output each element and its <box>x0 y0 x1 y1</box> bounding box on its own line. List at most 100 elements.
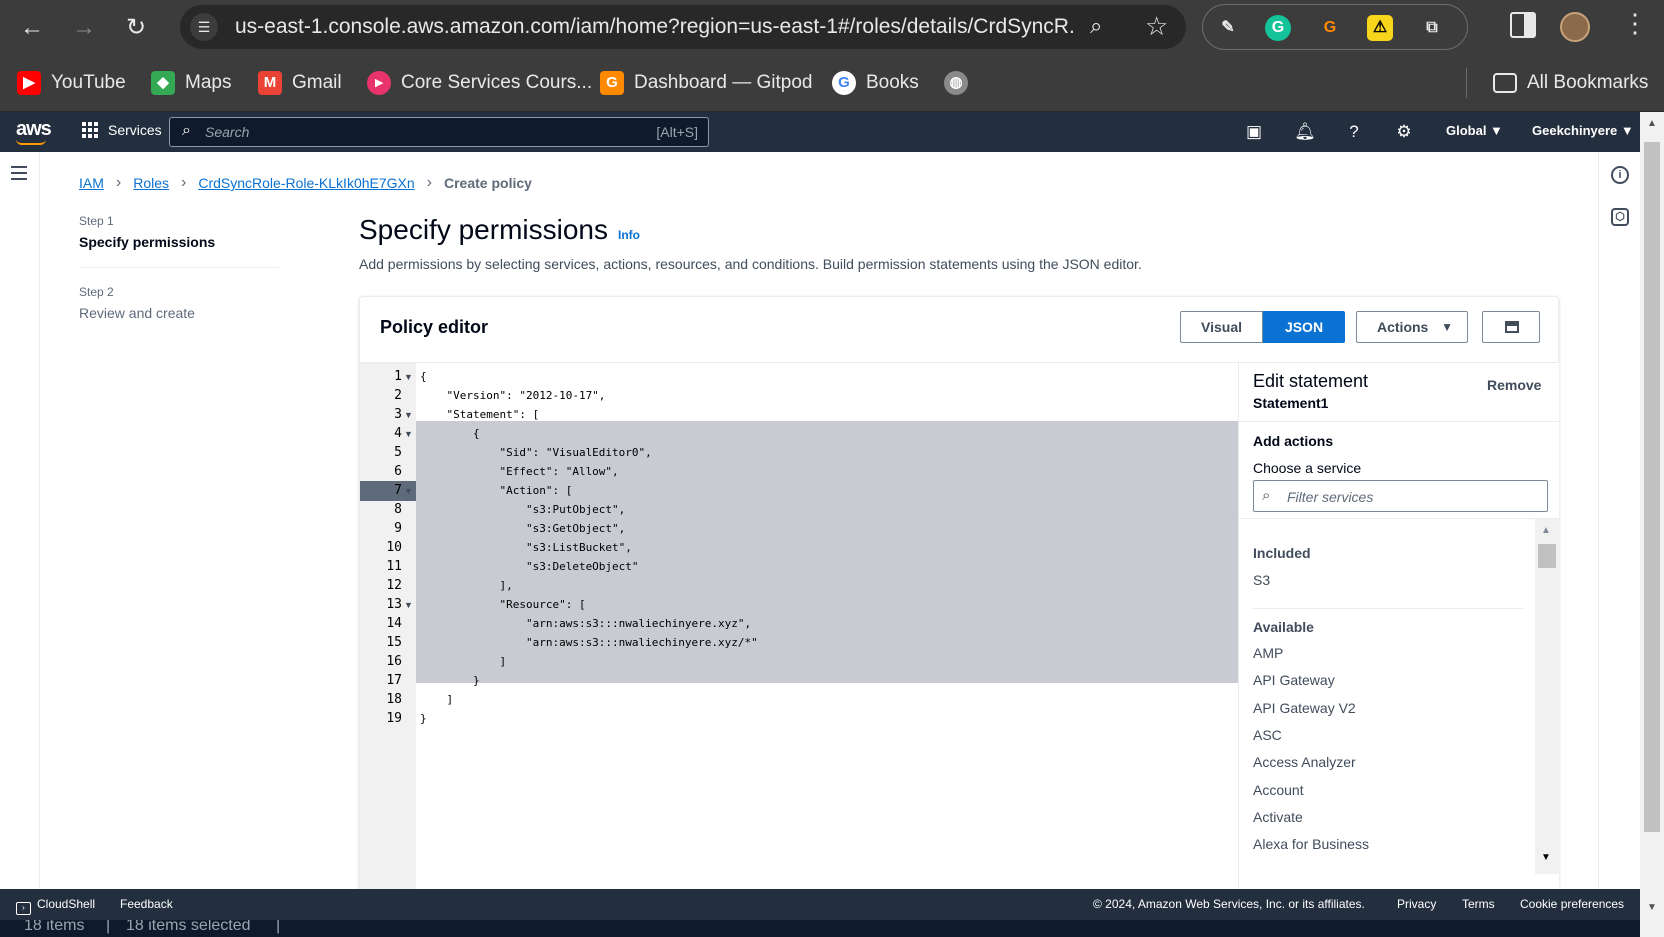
service-item[interactable]: Activate <box>1253 809 1303 825</box>
service-item-s3[interactable]: S3 <box>1253 572 1270 588</box>
code-line[interactable]: ] <box>416 652 1238 672</box>
url-text[interactable]: us-east-1.console.aws.amazon.com/iam/hom… <box>235 15 1075 39</box>
step-divider <box>79 267 279 268</box>
remove-statement-button[interactable]: Remove <box>1487 377 1541 393</box>
service-item[interactable]: Alexa for Business <box>1253 836 1369 852</box>
scroll-down-icon[interactable]: ▼ <box>1647 902 1657 913</box>
code-line[interactable]: ], <box>416 576 1238 596</box>
page-scrollbar[interactable]: ▲ ▼ <box>1640 112 1664 937</box>
fold-toggle-icon[interactable]: ▼ <box>404 405 414 425</box>
warning-extension-icon[interactable]: ⚠ <box>1367 15 1393 41</box>
code-line[interactable]: "s3:PutObject", <box>416 500 1238 520</box>
reload-icon[interactable]: ↻ <box>118 10 154 46</box>
bookmark-maps[interactable]: ◆ Maps <box>151 68 231 98</box>
scrollbar-thumb[interactable] <box>1644 142 1660 832</box>
code-line[interactable]: "Sid": "VisualEditor0", <box>416 443 1238 463</box>
bookmark-core-services[interactable]: ▸ Core Services Cours... <box>367 68 592 98</box>
service-list-scrollbar[interactable]: ▲ ▼ <box>1535 519 1559 874</box>
help-icon[interactable]: ? <box>1343 121 1365 143</box>
code-line[interactable]: "Resource": [ <box>416 595 1238 615</box>
scroll-up-icon[interactable]: ▲ <box>1647 118 1657 129</box>
visual-mode-button[interactable]: Visual <box>1180 311 1263 343</box>
info-circle-icon[interactable]: i <box>1611 166 1629 184</box>
code-line[interactable]: { <box>416 424 1238 444</box>
back-icon[interactable]: ← <box>14 10 50 46</box>
region-dropdown[interactable]: Global ▼ <box>1446 123 1503 138</box>
cloudshell-icon[interactable]: ▣ <box>1243 121 1265 143</box>
settings-gear-icon[interactable]: ⚙ <box>1393 121 1415 143</box>
scroll-up-icon[interactable]: ▲ <box>1541 525 1551 536</box>
service-item[interactable]: API Gateway V2 <box>1253 700 1356 716</box>
fold-toggle-icon[interactable]: ▼ <box>404 481 414 501</box>
code-line[interactable]: "arn:aws:s3:::nwaliechinyere.xyz", <box>416 614 1238 634</box>
code-line[interactable]: } <box>416 671 1238 691</box>
fold-toggle-icon[interactable]: ▼ <box>404 595 414 615</box>
forward-icon[interactable]: → <box>66 10 102 46</box>
code-line[interactable]: "arn:aws:s3:::nwaliechinyere.xyz/*" <box>416 633 1238 653</box>
scroll-down-icon[interactable]: ▼ <box>1541 852 1551 863</box>
hamburger-menu-icon[interactable] <box>11 166 27 180</box>
code-line[interactable]: "Effect": "Allow", <box>416 462 1238 482</box>
code-line[interactable]: { <box>416 367 1238 387</box>
code-line[interactable]: "s3:ListBucket", <box>416 538 1238 558</box>
account-dropdown[interactable]: Geekchinyere ▼ <box>1532 123 1634 138</box>
json-code-editor[interactable]: 1 ▼ 2 3 ▼ 4 ▼ 5 6 7 ▼ 8 9 10 11 12 13 ▼ 14 15 16 17 18 19 { "Ve… <box>360 362 1238 898</box>
breadcrumb-iam[interactable]: IAM <box>79 175 104 191</box>
terms-link[interactable]: Terms <box>1462 897 1495 911</box>
feedback-link[interactable]: Feedback <box>120 897 173 911</box>
extensions-puzzle-icon[interactable]: ⧉ <box>1419 15 1445 41</box>
fold-toggle-icon[interactable]: ▼ <box>404 367 414 387</box>
service-item[interactable]: Access Analyzer <box>1253 754 1356 770</box>
aws-logo[interactable]: aws <box>16 118 52 141</box>
globe-icon: ◍ <box>944 71 968 95</box>
line-number: 18 <box>386 692 402 707</box>
aws-search-input[interactable]: ⌕ Search [Alt+S] <box>169 117 709 147</box>
zoom-icon[interactable]: ⌕ <box>1090 13 1102 39</box>
code-line[interactable]: } <box>416 709 1238 729</box>
service-item[interactable]: ASC <box>1253 727 1282 743</box>
code-line[interactable]: "s3:DeleteObject" <box>416 557 1238 577</box>
breadcrumb-roles[interactable]: Roles <box>133 175 169 191</box>
bookmark-books[interactable]: G Books <box>832 68 919 98</box>
service-item[interactable]: Account <box>1253 782 1304 798</box>
scrollbar-thumb[interactable] <box>1538 544 1556 568</box>
bookmark-star-icon[interactable]: ☆ <box>1145 11 1168 42</box>
separator: | <box>276 920 281 934</box>
cloudshell-link[interactable]: › CloudShell <box>16 897 95 915</box>
services-menu-button[interactable]: Services <box>82 122 162 138</box>
grammarly-icon[interactable]: G <box>1265 15 1291 41</box>
profile-avatar[interactable] <box>1560 12 1590 42</box>
privacy-link[interactable]: Privacy <box>1397 897 1436 911</box>
info-link[interactable]: Info <box>618 228 640 242</box>
notifications-bell-icon[interactable]: 🔔︎ <box>1294 121 1316 143</box>
code-line[interactable]: "Version": "2012-10-17", <box>416 386 1238 406</box>
gitpod-extension-icon[interactable]: G <box>1317 15 1343 41</box>
breadcrumb-role[interactable]: CrdSyncRole-Role-KLkIk0hE7GXn <box>198 175 414 191</box>
code-line[interactable]: ] <box>416 690 1238 710</box>
hexagon-icon[interactable]: ⬡ <box>1611 208 1629 226</box>
eyedropper-icon[interactable]: ✎ <box>1215 15 1241 41</box>
address-bar[interactable]: ☰ us-east-1.console.aws.amazon.com/iam/h… <box>180 5 1186 49</box>
all-bookmarks[interactable]: All Bookmarks <box>1493 68 1648 98</box>
bookmark-gmail[interactable]: M Gmail <box>258 68 342 98</box>
available-heading: Available <box>1253 619 1314 635</box>
code-line[interactable]: "Statement": [ <box>416 405 1238 425</box>
maps-icon: ◆ <box>151 71 175 95</box>
cookie-preferences-link[interactable]: Cookie preferences <box>1520 897 1624 911</box>
bookmark-gitpod[interactable]: G Dashboard — Gitpod <box>600 68 813 98</box>
actions-dropdown-button[interactable]: Actions ▼ <box>1356 311 1468 343</box>
code-line[interactable]: "s3:GetObject", <box>416 519 1238 539</box>
bookmark-youtube[interactable]: ▶ YouTube <box>17 68 126 98</box>
code-content[interactable]: { "Version": "2012-10-17", "Statement": … <box>416 363 1238 898</box>
service-item[interactable]: AMP <box>1253 645 1283 661</box>
fold-toggle-icon[interactable]: ▼ <box>404 424 414 444</box>
toggle-panel-button[interactable] <box>1482 311 1540 343</box>
filter-services-input[interactable]: ⌕ Filter services <box>1253 480 1548 512</box>
json-mode-button[interactable]: JSON <box>1263 311 1345 343</box>
code-line[interactable]: "Action": [ <box>416 481 1238 501</box>
side-panel-icon[interactable] <box>1510 12 1536 38</box>
service-item[interactable]: API Gateway <box>1253 672 1335 688</box>
browser-menu-icon[interactable]: ⋮ <box>1622 8 1648 39</box>
site-info-icon[interactable]: ☰ <box>190 13 218 41</box>
bookmark-globe[interactable]: ◍ <box>944 68 968 98</box>
